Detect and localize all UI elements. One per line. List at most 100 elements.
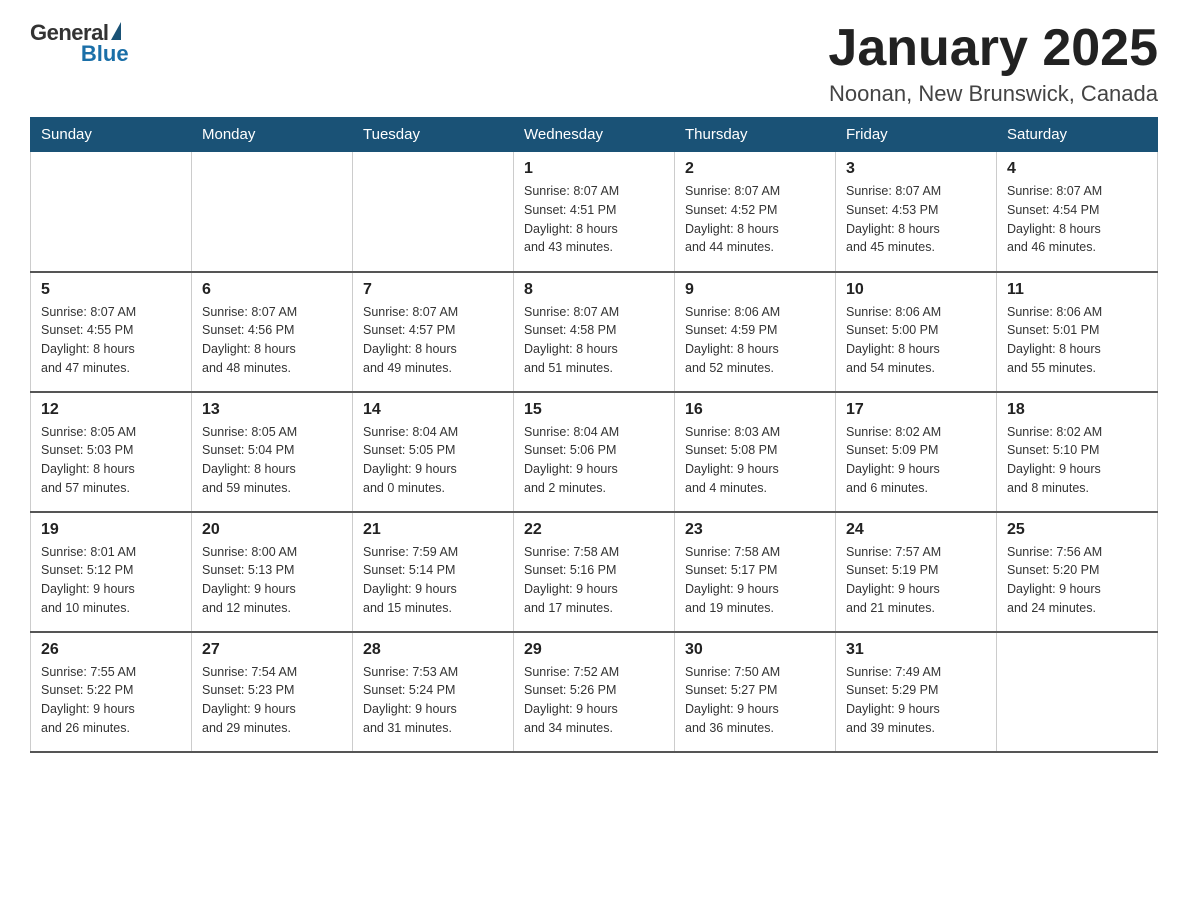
day-info: Sunrise: 7:59 AM Sunset: 5:14 PM Dayligh… [363, 543, 503, 618]
day-number: 9 [685, 281, 825, 299]
calendar-day-header: Saturday [997, 118, 1158, 152]
day-number: 12 [41, 401, 181, 419]
calendar-day-cell: 18Sunrise: 8:02 AM Sunset: 5:10 PM Dayli… [997, 392, 1158, 512]
calendar-day-cell: 6 Sunrise: 8:07 AM Sunset: 4:56 PM Daylig… [192, 272, 353, 392]
day-info: Sunrise: 8:07 AM Sunset: 4:53 PM Dayligh… [846, 182, 986, 257]
calendar-day-cell: 2 Sunrise: 8:07 AM Sunset: 4:52 PM Daylig… [675, 152, 836, 272]
calendar-day-cell: 21 Sunrise: 7:59 AM Sunset: 5:14 PM Dayli… [353, 512, 514, 632]
calendar-day-cell [353, 152, 514, 272]
day-number: 13 [202, 401, 342, 419]
calendar-week-row: 26 Sunrise: 7:55 AM Sunset: 5:22 PM Dayli… [31, 632, 1158, 752]
day-number: 14 [363, 401, 503, 419]
calendar-day-cell: 22 Sunrise: 7:58 AM Sunset: 5:16 PM Dayli… [514, 512, 675, 632]
day-info: Sunrise: 8:05 AM Sunset: 5:04 PM Dayligh… [202, 423, 342, 498]
day-number: 26 [41, 641, 181, 659]
day-number: 21 [363, 521, 503, 539]
calendar-day-cell: 14 Sunrise: 8:04 AM Sunset: 5:05 PM Dayli… [353, 392, 514, 512]
calendar-week-row: 19Sunrise: 8:01 AM Sunset: 5:12 PM Dayli… [31, 512, 1158, 632]
calendar-day-cell: 4 Sunrise: 8:07 AM Sunset: 4:54 PM Daylig… [997, 152, 1158, 272]
day-info: Sunrise: 8:03 AM Sunset: 5:08 PM Dayligh… [685, 423, 825, 498]
day-number: 1 [524, 160, 664, 178]
calendar-week-row: 12Sunrise: 8:05 AM Sunset: 5:03 PM Dayli… [31, 392, 1158, 512]
day-info: Sunrise: 8:04 AM Sunset: 5:06 PM Dayligh… [524, 423, 664, 498]
calendar-day-cell: 26 Sunrise: 7:55 AM Sunset: 5:22 PM Dayli… [31, 632, 192, 752]
day-number: 3 [846, 160, 986, 178]
calendar-day-cell: 11 Sunrise: 8:06 AM Sunset: 5:01 PM Dayli… [997, 272, 1158, 392]
day-number: 2 [685, 160, 825, 178]
calendar-day-cell: 19Sunrise: 8:01 AM Sunset: 5:12 PM Dayli… [31, 512, 192, 632]
day-number: 5 [41, 281, 181, 299]
day-info: Sunrise: 7:49 AM Sunset: 5:29 PM Dayligh… [846, 663, 986, 738]
day-info: Sunrise: 8:04 AM Sunset: 5:05 PM Dayligh… [363, 423, 503, 498]
day-number: 27 [202, 641, 342, 659]
day-info: Sunrise: 8:00 AM Sunset: 5:13 PM Dayligh… [202, 543, 342, 618]
day-info: Sunrise: 8:07 AM Sunset: 4:56 PM Dayligh… [202, 303, 342, 378]
calendar-day-cell: 10 Sunrise: 8:06 AM Sunset: 5:00 PM Dayli… [836, 272, 997, 392]
calendar-day-cell: 24Sunrise: 7:57 AM Sunset: 5:19 PM Dayli… [836, 512, 997, 632]
calendar-day-header: Monday [192, 118, 353, 152]
day-number: 24 [846, 521, 986, 539]
logo: General Blue [30, 20, 129, 70]
day-number: 7 [363, 281, 503, 299]
day-number: 25 [1007, 521, 1147, 539]
calendar-day-cell: 5 Sunrise: 8:07 AM Sunset: 4:55 PM Daylig… [31, 272, 192, 392]
day-number: 10 [846, 281, 986, 299]
day-number: 17 [846, 401, 986, 419]
day-number: 23 [685, 521, 825, 539]
day-info: Sunrise: 7:58 AM Sunset: 5:16 PM Dayligh… [524, 543, 664, 618]
day-info: Sunrise: 7:52 AM Sunset: 5:26 PM Dayligh… [524, 663, 664, 738]
day-info: Sunrise: 7:58 AM Sunset: 5:17 PM Dayligh… [685, 543, 825, 618]
calendar-day-cell: 27 Sunrise: 7:54 AM Sunset: 5:23 PM Dayli… [192, 632, 353, 752]
calendar-week-row: 1 Sunrise: 8:07 AM Sunset: 4:51 PM Daylig… [31, 152, 1158, 272]
calendar-day-header: Wednesday [514, 118, 675, 152]
day-info: Sunrise: 8:06 AM Sunset: 5:00 PM Dayligh… [846, 303, 986, 378]
day-number: 8 [524, 281, 664, 299]
day-number: 31 [846, 641, 986, 659]
calendar-day-cell: 30Sunrise: 7:50 AM Sunset: 5:27 PM Dayli… [675, 632, 836, 752]
day-number: 29 [524, 641, 664, 659]
calendar-day-cell: 20 Sunrise: 8:00 AM Sunset: 5:13 PM Dayli… [192, 512, 353, 632]
calendar-day-header: Sunday [31, 118, 192, 152]
day-info: Sunrise: 8:07 AM Sunset: 4:57 PM Dayligh… [363, 303, 503, 378]
calendar-day-cell: 3 Sunrise: 8:07 AM Sunset: 4:53 PM Daylig… [836, 152, 997, 272]
day-number: 15 [524, 401, 664, 419]
day-info: Sunrise: 8:07 AM Sunset: 4:52 PM Dayligh… [685, 182, 825, 257]
day-info: Sunrise: 7:56 AM Sunset: 5:20 PM Dayligh… [1007, 543, 1147, 618]
calendar-day-cell: 9 Sunrise: 8:06 AM Sunset: 4:59 PM Daylig… [675, 272, 836, 392]
day-info: Sunrise: 8:06 AM Sunset: 4:59 PM Dayligh… [685, 303, 825, 378]
day-info: Sunrise: 8:06 AM Sunset: 5:01 PM Dayligh… [1007, 303, 1147, 378]
calendar-week-row: 5 Sunrise: 8:07 AM Sunset: 4:55 PM Daylig… [31, 272, 1158, 392]
day-number: 16 [685, 401, 825, 419]
day-info: Sunrise: 7:50 AM Sunset: 5:27 PM Dayligh… [685, 663, 825, 738]
calendar-day-cell: 25 Sunrise: 7:56 AM Sunset: 5:20 PM Dayli… [997, 512, 1158, 632]
calendar-day-cell: 12Sunrise: 8:05 AM Sunset: 5:03 PM Dayli… [31, 392, 192, 512]
calendar-day-cell: 1 Sunrise: 8:07 AM Sunset: 4:51 PM Daylig… [514, 152, 675, 272]
calendar-day-cell [31, 152, 192, 272]
calendar-day-cell [192, 152, 353, 272]
day-number: 20 [202, 521, 342, 539]
day-info: Sunrise: 7:53 AM Sunset: 5:24 PM Dayligh… [363, 663, 503, 738]
day-number: 22 [524, 521, 664, 539]
calendar-day-cell: 23 Sunrise: 7:58 AM Sunset: 5:17 PM Dayli… [675, 512, 836, 632]
calendar-day-cell: 16 Sunrise: 8:03 AM Sunset: 5:08 PM Dayli… [675, 392, 836, 512]
day-info: Sunrise: 8:07 AM Sunset: 4:51 PM Dayligh… [524, 182, 664, 257]
calendar-header-row: SundayMondayTuesdayWednesdayThursdayFrid… [31, 118, 1158, 152]
day-number: 19 [41, 521, 181, 539]
calendar-day-cell: 28 Sunrise: 7:53 AM Sunset: 5:24 PM Dayli… [353, 632, 514, 752]
title-block: January 2025 Noonan, New Brunswick, Cana… [828, 20, 1158, 107]
calendar-day-cell: 7 Sunrise: 8:07 AM Sunset: 4:57 PM Daylig… [353, 272, 514, 392]
day-number: 6 [202, 281, 342, 299]
calendar-day-cell: 17Sunrise: 8:02 AM Sunset: 5:09 PM Dayli… [836, 392, 997, 512]
day-info: Sunrise: 8:07 AM Sunset: 4:58 PM Dayligh… [524, 303, 664, 378]
location-title: Noonan, New Brunswick, Canada [828, 81, 1158, 107]
day-info: Sunrise: 7:54 AM Sunset: 5:23 PM Dayligh… [202, 663, 342, 738]
day-info: Sunrise: 7:55 AM Sunset: 5:22 PM Dayligh… [41, 663, 181, 738]
calendar-day-cell: 29 Sunrise: 7:52 AM Sunset: 5:26 PM Dayli… [514, 632, 675, 752]
day-info: Sunrise: 8:07 AM Sunset: 4:55 PM Dayligh… [41, 303, 181, 378]
day-number: 28 [363, 641, 503, 659]
calendar-day-header: Friday [836, 118, 997, 152]
month-title: January 2025 [828, 20, 1158, 77]
day-info: Sunrise: 8:07 AM Sunset: 4:54 PM Dayligh… [1007, 182, 1147, 257]
day-number: 4 [1007, 160, 1147, 178]
day-number: 11 [1007, 281, 1147, 299]
